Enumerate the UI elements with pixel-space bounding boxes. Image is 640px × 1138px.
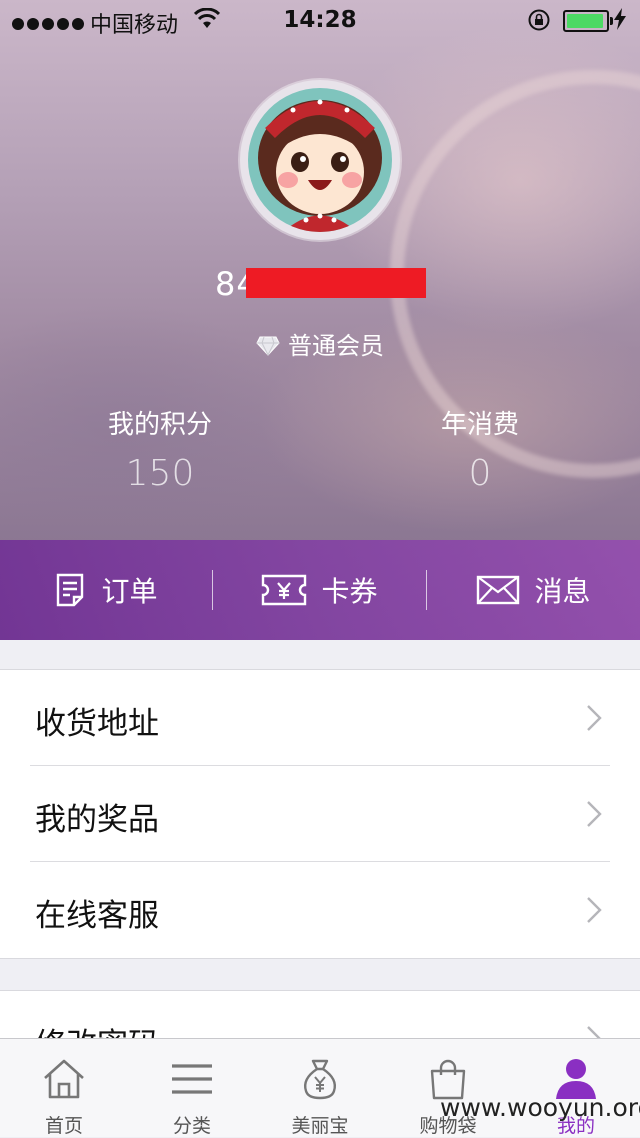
member-level-text: 普通会员 [288,332,384,360]
coupons-label: 卡券 [321,575,378,608]
messages-button[interactable]: 消息 [427,540,640,640]
menu-item-label: 我的奖品 [35,802,159,838]
menu-icon [172,1064,212,1094]
rotation-lock-icon [528,9,550,31]
annual-spend-stat[interactable]: 年消费 0 [380,404,580,494]
coupon-icon [262,574,307,606]
tab-shopping-bag[interactable]: 购物袋 [384,1039,512,1137]
username: 84 [0,265,640,305]
message-icon [477,575,520,605]
menu-item-label: 在线客服 [35,898,159,934]
menu-item-shipping-address[interactable]: 收货地址 [0,670,640,766]
chevron-right-icon [587,801,602,827]
avatar-cartoon-girl-icon [248,88,392,232]
tab-bar: 首页 分类 美丽宝 购物袋 我的 [0,1038,640,1137]
chevron-right-icon [587,897,602,923]
coupons-button[interactable]: 卡券 [213,540,426,640]
tab-label: 分类 [172,1115,211,1137]
action-bar: 订单 卡券 消息 [0,540,640,640]
diamond-icon [256,336,280,356]
watermark: www.wooyun.org [440,1093,640,1122]
redaction-bar [246,268,426,298]
tab-category[interactable]: 分类 [128,1039,256,1137]
tab-label: 首页 [44,1115,83,1137]
points-label: 我的积分 [107,410,212,440]
menu-item-online-service[interactable]: 在线客服 [0,862,640,958]
profile-header: 中国移动 14:28 84 普通会员 我的积分 150 年消费 0 订单 卡券 … [0,0,640,640]
avatar[interactable] [240,80,400,240]
orders-label: 订单 [101,575,158,608]
order-icon [57,573,84,607]
points-stat[interactable]: 我的积分 150 [60,404,260,494]
tab-mine[interactable]: 我的 [512,1039,640,1137]
tab-home[interactable]: 首页 [0,1039,128,1137]
chevron-right-icon [587,705,602,731]
menu-item-label: 收货地址 [35,706,159,742]
battery-icon [563,10,613,32]
menu-group-primary: 收货地址 我的奖品 在线客服 [0,669,640,959]
annual-spend-value: 0 [468,453,492,494]
charging-icon [614,8,626,30]
battery-fill [567,14,604,28]
home-icon [44,1059,84,1099]
orders-button[interactable]: 订单 [0,540,213,640]
annual-spend-label: 年消费 [440,410,519,440]
points-value: 150 [125,453,195,494]
tab-meilibao[interactable]: 美丽宝 [256,1039,384,1137]
money-bag-icon [303,1059,337,1100]
status-bar: 中国移动 14:28 [0,0,640,40]
tab-label: 美丽宝 [291,1115,349,1137]
messages-label: 消息 [534,575,591,608]
menu-item-my-prizes[interactable]: 我的奖品 [0,766,640,862]
member-level: 普通会员 [0,326,640,361]
